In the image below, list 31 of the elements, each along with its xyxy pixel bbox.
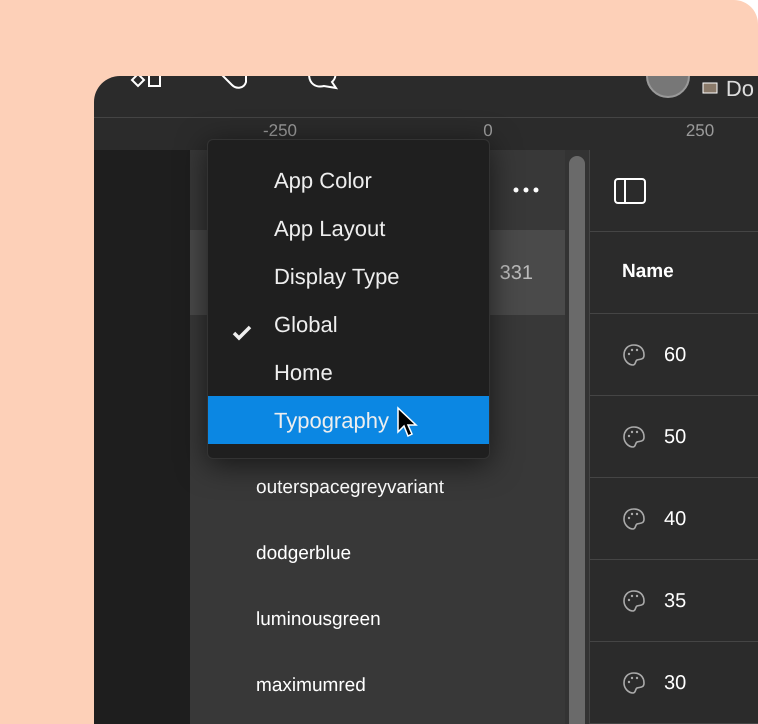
sidebar-toggle-icon[interactable] — [614, 178, 646, 204]
menu-item[interactable]: App Layout — [208, 204, 489, 252]
table-cell-text: 40 — [664, 506, 686, 532]
cursor-icon — [396, 406, 418, 438]
palette-icon — [622, 670, 646, 694]
palette-icon — [622, 424, 646, 448]
menu-item[interactable]: App Color — [208, 156, 489, 204]
table-cell-text: 35 — [664, 588, 686, 614]
menu-item[interactable]: Display Type — [208, 252, 489, 300]
ruler-label: -250 — [262, 120, 298, 142]
user-name: Do — [726, 78, 754, 100]
list-row[interactable]: maximumred — [190, 653, 565, 719]
table-cell-text: 50 — [664, 424, 686, 450]
palette-icon — [622, 342, 646, 366]
ruler-label: 0 — [483, 120, 493, 142]
list-row[interactable]: luminousgreen — [190, 587, 565, 653]
list-row[interactable]: dodgerblue — [190, 521, 565, 587]
palette-icon — [622, 588, 646, 612]
speech-bubble-icon[interactable] — [306, 76, 338, 90]
more-icon[interactable] — [513, 187, 539, 193]
image-icon — [702, 82, 718, 94]
menu-item[interactable]: Global — [208, 300, 489, 348]
list-row[interactable]: outerspacegreyvariant — [190, 455, 565, 521]
scrollbar-thumb[interactable] — [569, 156, 585, 724]
menu-item[interactable]: Home — [208, 348, 489, 396]
palette-icon — [622, 506, 646, 530]
shapes-icon[interactable] — [130, 76, 162, 90]
column-header: Name — [590, 232, 758, 314]
table-cell-text: 30 — [664, 670, 686, 696]
table-cell-text: 60 — [664, 342, 686, 368]
ruler-label: 250 — [686, 120, 714, 142]
